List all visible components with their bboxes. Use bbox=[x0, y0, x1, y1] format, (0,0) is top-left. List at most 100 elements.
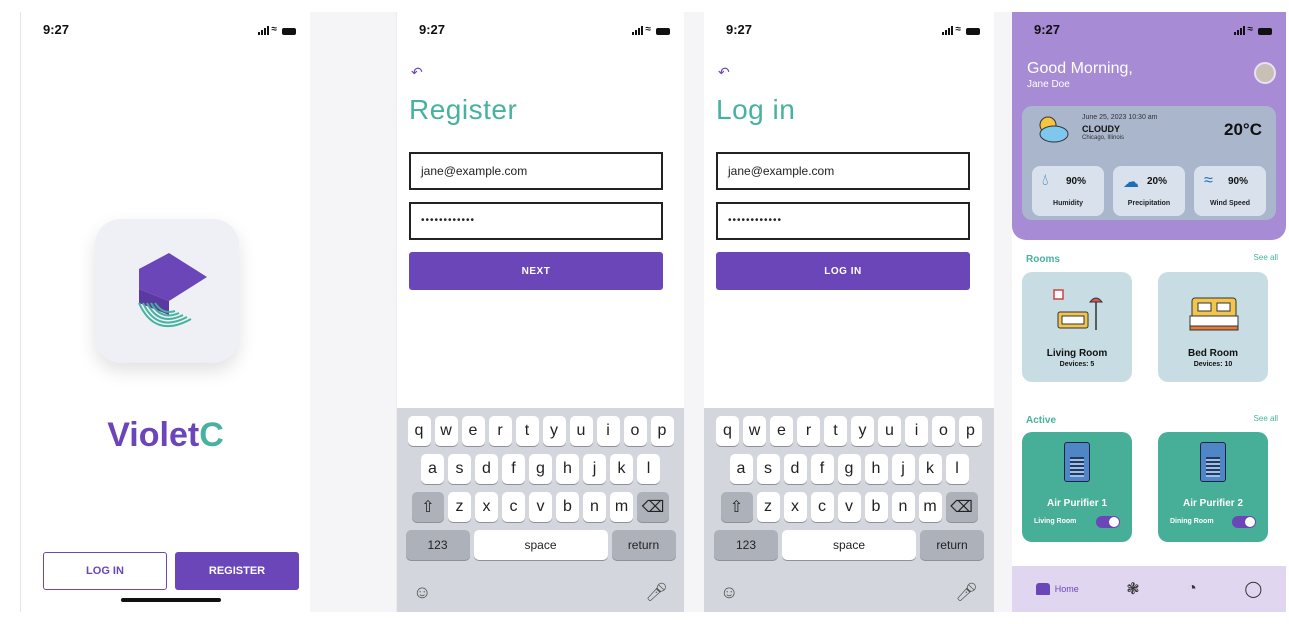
key[interactable]: p bbox=[650, 416, 674, 446]
shift-key-icon[interactable]: ⇧ bbox=[720, 492, 753, 522]
key[interactable]: z bbox=[448, 492, 471, 522]
back-arrow-icon[interactable]: ↶ bbox=[718, 64, 730, 81]
key[interactable]: i bbox=[596, 416, 620, 446]
key[interactable]: c bbox=[810, 492, 834, 522]
profile-icon[interactable]: ◯ bbox=[1244, 579, 1262, 599]
next-button[interactable]: NEXT bbox=[409, 252, 663, 290]
splash-screen: 9:27 ≈ VioletC LOG IN REGISTER bbox=[20, 12, 310, 612]
key[interactable]: r bbox=[488, 416, 512, 446]
device-card-air-purifier-1[interactable]: Air Purifier 1 Living Room bbox=[1022, 432, 1132, 542]
key[interactable]: h bbox=[864, 454, 888, 484]
key[interactable]: z bbox=[756, 492, 780, 522]
register-screen: 9:27 ≈ ↶ Register jane@example.com •••••… bbox=[396, 12, 684, 612]
key[interactable]: c bbox=[502, 492, 525, 522]
key[interactable]: h bbox=[556, 454, 579, 484]
room-card-living[interactable]: Living Room Devices: 5 bbox=[1022, 272, 1132, 382]
devices-icon[interactable]: ❃ bbox=[1126, 579, 1139, 599]
avatar[interactable] bbox=[1254, 62, 1276, 84]
key[interactable]: o bbox=[623, 416, 647, 446]
key[interactable]: k bbox=[918, 454, 942, 484]
weather-temperature: 20°C bbox=[1224, 120, 1262, 139]
login-button[interactable]: LOG IN bbox=[716, 252, 970, 290]
key[interactable]: j bbox=[583, 454, 606, 484]
key[interactable]: e bbox=[770, 416, 793, 446]
keyboard-row-1: qwertyuiop bbox=[397, 416, 684, 446]
precipitation-card: ☁ 20% Precipitation bbox=[1113, 166, 1185, 216]
key[interactable]: g bbox=[837, 454, 861, 484]
key[interactable]: y bbox=[542, 416, 566, 446]
key[interactable]: s bbox=[448, 454, 471, 484]
key[interactable]: b bbox=[864, 492, 888, 522]
email-field[interactable]: jane@example.com bbox=[716, 152, 970, 190]
key[interactable]: x bbox=[475, 492, 498, 522]
key[interactable]: q bbox=[407, 416, 431, 446]
back-arrow-icon[interactable]: ↶ bbox=[411, 64, 423, 81]
key[interactable]: t bbox=[515, 416, 539, 446]
key[interactable]: a bbox=[729, 454, 753, 484]
key[interactable]: o bbox=[932, 416, 955, 446]
battery-icon bbox=[656, 28, 670, 35]
weather-location: Chicago, Illinois bbox=[1082, 135, 1125, 141]
numbers-key[interactable]: 123 bbox=[405, 530, 470, 560]
key[interactable]: r bbox=[797, 416, 820, 446]
key[interactable]: q bbox=[716, 416, 739, 446]
key[interactable]: j bbox=[891, 454, 915, 484]
nav-home[interactable]: Home bbox=[1035, 583, 1079, 595]
password-field[interactable]: •••••••••••• bbox=[409, 202, 663, 240]
numbers-key[interactable]: 123 bbox=[714, 530, 778, 560]
key[interactable]: n bbox=[891, 492, 915, 522]
key[interactable]: e bbox=[461, 416, 485, 446]
key[interactable]: v bbox=[529, 492, 552, 522]
key[interactable]: m bbox=[610, 492, 633, 522]
login-button[interactable]: LOG IN bbox=[43, 552, 167, 590]
password-field[interactable]: •••••••••••• bbox=[716, 202, 970, 240]
emoji-icon[interactable]: ☺ bbox=[413, 582, 431, 603]
key[interactable]: d bbox=[783, 454, 807, 484]
key[interactable]: g bbox=[529, 454, 552, 484]
key[interactable]: f bbox=[810, 454, 834, 484]
login-screen: 9:27 ≈ ↶ Log in jane@example.com •••••••… bbox=[704, 12, 994, 612]
key[interactable]: x bbox=[783, 492, 807, 522]
space-key[interactable]: space bbox=[782, 530, 916, 560]
shift-key-icon[interactable]: ⇧ bbox=[412, 492, 444, 522]
key[interactable]: n bbox=[583, 492, 606, 522]
key[interactable]: t bbox=[824, 416, 847, 446]
key[interactable]: u bbox=[878, 416, 901, 446]
key[interactable]: b bbox=[556, 492, 579, 522]
key[interactable]: f bbox=[502, 454, 525, 484]
key[interactable]: k bbox=[610, 454, 633, 484]
key[interactable]: w bbox=[743, 416, 766, 446]
active-see-all-link[interactable]: See all bbox=[1254, 414, 1278, 423]
humidity-icon: 💧︎ bbox=[1042, 172, 1049, 189]
key[interactable]: v bbox=[837, 492, 861, 522]
device-toggle[interactable] bbox=[1096, 516, 1120, 528]
microphone-icon[interactable]: 🎤︎ bbox=[955, 582, 978, 603]
key[interactable]: a bbox=[421, 454, 444, 484]
return-key[interactable]: return bbox=[611, 530, 676, 560]
room-card-bed[interactable]: Bed Room Devices: 10 bbox=[1158, 272, 1268, 382]
key[interactable]: i bbox=[905, 416, 928, 446]
key[interactable]: l bbox=[945, 454, 969, 484]
emoji-icon[interactable]: ☺ bbox=[720, 582, 738, 603]
battery-icon bbox=[966, 28, 980, 35]
key[interactable]: w bbox=[434, 416, 458, 446]
key[interactable]: d bbox=[475, 454, 498, 484]
rooms-see-all-link[interactable]: See all bbox=[1254, 253, 1278, 262]
device-card-air-purifier-2[interactable]: Air Purifier 2 Dining Room bbox=[1158, 432, 1268, 542]
key[interactable]: u bbox=[569, 416, 593, 446]
key[interactable]: y bbox=[851, 416, 874, 446]
key[interactable]: p bbox=[959, 416, 982, 446]
return-key[interactable]: return bbox=[920, 530, 984, 560]
key[interactable]: s bbox=[756, 454, 780, 484]
space-key[interactable]: space bbox=[473, 530, 608, 560]
email-field[interactable]: jane@example.com bbox=[409, 152, 663, 190]
backspace-key-icon[interactable]: ⌫ bbox=[637, 492, 669, 522]
register-button[interactable]: REGISTER bbox=[175, 552, 299, 590]
device-toggle[interactable] bbox=[1232, 516, 1256, 528]
key[interactable]: m bbox=[918, 492, 942, 522]
key[interactable]: l bbox=[637, 454, 660, 484]
app-logo bbox=[95, 219, 239, 363]
statistics-icon[interactable]: ◔ bbox=[1187, 580, 1197, 598]
backspace-key-icon[interactable]: ⌫ bbox=[945, 492, 978, 522]
microphone-icon[interactable]: 🎤︎ bbox=[645, 582, 668, 603]
